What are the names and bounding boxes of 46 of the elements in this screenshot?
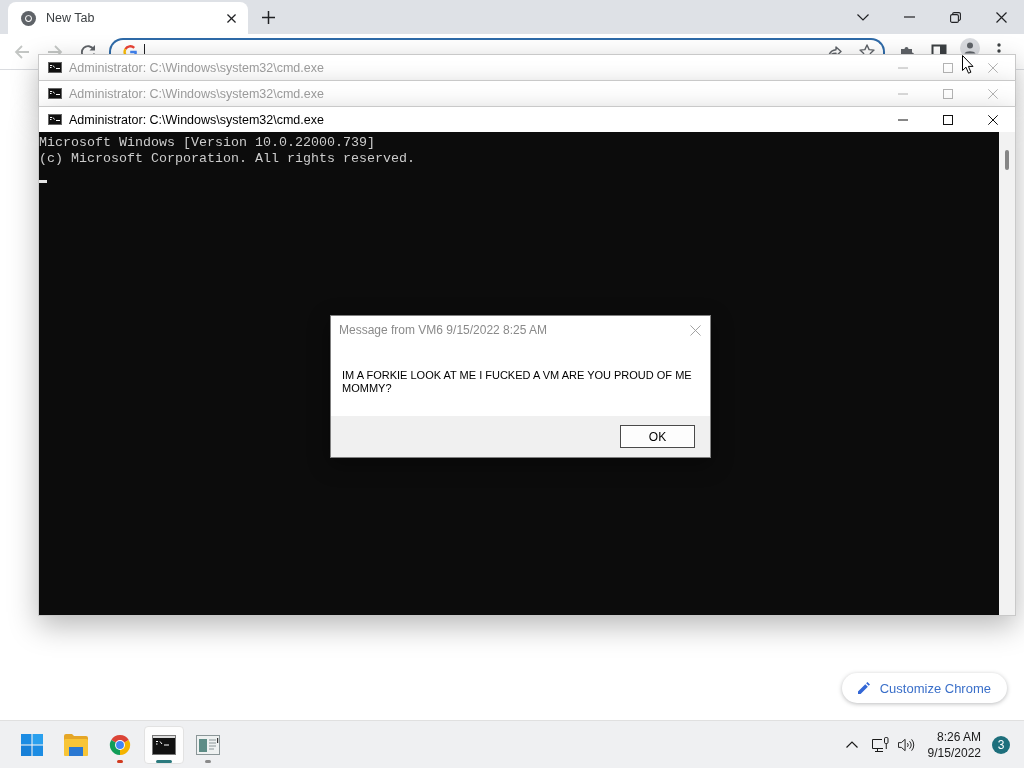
scrollbar-thumb[interactable]	[1005, 150, 1009, 170]
close-icon[interactable]	[987, 114, 998, 125]
console-cursor	[39, 180, 47, 183]
window-title: Administrator: C:\Windows\system32\cmd.exe	[69, 86, 324, 101]
dialog-message: IM A FORKIE LOOK AT ME I FUCKED A VM ARE YOU PROUD OF ME MOMMY?	[342, 369, 693, 395]
profile-avatar-icon[interactable]	[960, 38, 980, 54]
chevron-up-icon[interactable]	[845, 741, 858, 748]
close-icon[interactable]	[227, 13, 236, 23]
google-g-icon	[122, 44, 138, 54]
browser-tab[interactable]: New Tab	[8, 2, 248, 34]
network-monitor-icon[interactable]	[871, 736, 889, 753]
pencil-icon	[857, 682, 870, 694]
clock-button[interactable]: 8:26 AM 9/15/2022	[927, 728, 981, 761]
ok-button[interactable]: OK	[620, 425, 695, 448]
console-line: Microsoft Windows [Version 10.0.22000.739]	[39, 135, 376, 151]
side-panel-icon[interactable]	[931, 44, 947, 54]
dialog-title: Message from VM6 9/15/2022 8:25 AM	[339, 323, 549, 337]
window-title: Administrator: C:\Windows\system32\cmd.exe	[69, 60, 324, 75]
text-caret	[144, 44, 145, 54]
speaker-icon[interactable]	[897, 737, 915, 752]
console-icon	[48, 62, 62, 73]
console-icon	[152, 733, 176, 756]
dialog-window-icon	[196, 733, 220, 756]
star-icon[interactable]	[859, 44, 875, 54]
maximize-icon[interactable]	[942, 114, 953, 125]
windows-start-icon	[20, 733, 44, 756]
close-icon[interactable]	[995, 11, 1007, 23]
chevron-down-icon[interactable]	[857, 13, 869, 21]
address-bar[interactable]	[109, 38, 885, 54]
minimize-icon[interactable]	[897, 118, 908, 121]
minimize-icon[interactable]	[903, 16, 915, 18]
console-line: (c) Microsoft Corporation. All rights reserved.	[39, 151, 416, 167]
customize-chrome-button[interactable]: Customize Chrome	[841, 673, 1007, 703]
taskbar-app-button[interactable]	[144, 725, 184, 764]
console-icon	[48, 88, 62, 99]
notification-count[interactable]: 3	[992, 735, 1010, 754]
share-icon[interactable]	[827, 44, 843, 54]
window-title: Administrator: C:\Windows\system32\cmd.exe	[69, 112, 324, 127]
folder-icon	[64, 733, 88, 756]
console-icon	[48, 114, 62, 125]
browser-logo-icon	[108, 733, 132, 756]
restore-icon[interactable]	[949, 11, 961, 23]
more-menu-icon[interactable]	[997, 43, 1001, 54]
reload-icon[interactable]	[80, 44, 96, 54]
plus-icon[interactable]	[262, 10, 275, 24]
browser-logo-icon	[21, 10, 36, 26]
